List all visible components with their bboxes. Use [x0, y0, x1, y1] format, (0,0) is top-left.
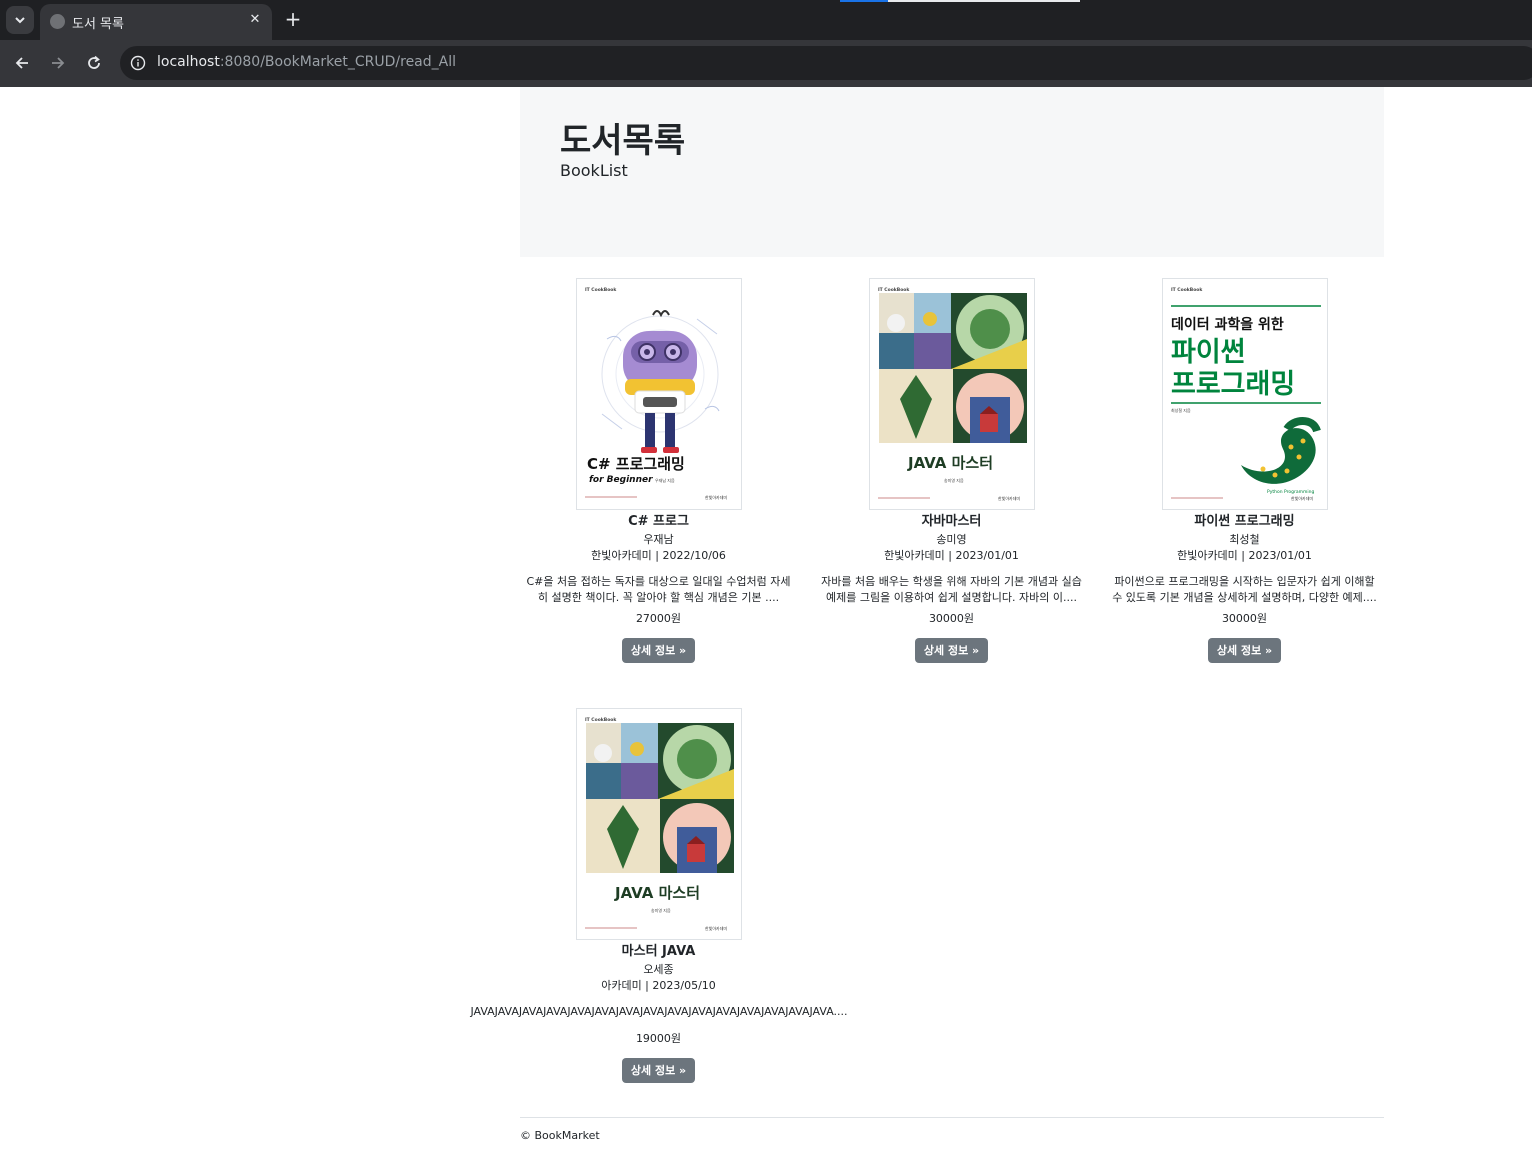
book-cover-image[interactable]: IT CookBook 데이터 과학을 위한 파이썬 프로그래밍 최성철 지음 …: [1161, 278, 1328, 510]
cover-publisher: 한빛아카데미: [705, 494, 727, 500]
browser-tab[interactable]: 도서 목록 ✕: [40, 4, 272, 40]
book-description: 파이썬으로 프로그래밍을 시작하는 입문자가 쉽게 이해할 수 있도록 기본 개…: [1112, 575, 1377, 604]
book-author: 송미영: [936, 533, 967, 546]
book-description: 자바를 처음 배우는 학생을 위해 자바의 기본 개념과 실습 예제를 그림을 …: [821, 575, 1082, 604]
detail-button[interactable]: 상세 정보 »: [914, 638, 989, 663]
jumbotron: 도서목록 BookList: [520, 87, 1384, 257]
book-cover-art: IT CookBook JAVA 마스터 송미영 지음 한빛아카데미: [576, 709, 741, 939]
book-author: 우재남: [643, 533, 674, 546]
address-bar[interactable]: localhost:8080/BookMarket_CRUD/read_All: [120, 46, 1532, 80]
book-price: 19000원: [635, 1032, 682, 1045]
cover-author: 우재남 지음: [655, 477, 675, 483]
url-host: localhost: [157, 54, 220, 70]
cover-tag: Python Programming: [1267, 489, 1315, 495]
book-author: 오세종: [643, 963, 674, 976]
browser-tab-bar: 도서 목록 ✕ +: [0, 0, 1532, 40]
book-price: 30000원: [928, 612, 975, 625]
cover-subtitle: for Beginner: [589, 475, 653, 485]
cover-author: 최성철 지음: [1171, 407, 1191, 413]
detail-button[interactable]: 상세 정보 »: [1207, 638, 1282, 663]
book-cover-art: IT CookBook JAVA 마스터 송미영 지음 한빛아카데미: [869, 279, 1034, 509]
close-icon[interactable]: ✕: [246, 11, 264, 29]
book-cover-image[interactable]: IT CookBook JAVA 마스터 송미영 지음 한빛아카데미: [868, 278, 1035, 510]
cover-publisher: 한빛아카데미: [705, 925, 727, 931]
cover-title: C# 프로그래밍: [587, 455, 685, 473]
cover-author: 송미영 지음: [944, 477, 964, 483]
globe-icon: [50, 14, 65, 29]
book-card: IT CookBook JAVA 마스터 송미영 지음 한빛아카데미 마스터 J…: [470, 708, 848, 1083]
page-title: 도서목록: [560, 121, 686, 161]
book-card: IT CookBook 데이터 과학을 위한 파이썬 프로그래밍 최성철 지음 …: [1098, 278, 1391, 663]
info-icon: [130, 55, 146, 71]
cover-author: 송미영 지음: [651, 907, 671, 913]
cover-title: JAVA 마스터: [614, 884, 700, 902]
cover-brand: IT CookBook: [585, 287, 617, 293]
tab-title: 도서 목록: [72, 17, 124, 32]
book-cover-image[interactable]: IT CookBook C# 프로그래밍 for Beginner 우재남 지음: [575, 278, 742, 510]
cover-line1: 데이터 과학을 위한: [1171, 316, 1284, 333]
book-card: IT CookBook JAVA 마스터 송미영 지음 한빛아카데미 자바마스터…: [805, 278, 1098, 663]
book-publisher-date: 아카데미 | 2023/05/10: [601, 979, 716, 992]
book-cover-image[interactable]: IT CookBook JAVA 마스터 송미영 지음 한빛아카데미: [575, 708, 742, 940]
book-description: JAVAJAVAJAVAJAVAJAVAJAVAJAVAJAVAJAVAJAVA…: [470, 1005, 848, 1018]
cover-brand: IT CookBook: [1171, 287, 1203, 293]
book-author: 최성철: [1229, 533, 1260, 546]
arrow-right-icon: [52, 57, 65, 69]
top-indicator-accent: [840, 0, 888, 2]
book-price: 30000원: [1221, 612, 1268, 625]
site-info-button[interactable]: [128, 53, 148, 73]
detail-button[interactable]: 상세 정보 »: [621, 638, 696, 663]
chevron-down-icon: [15, 17, 25, 24]
book-title: 마스터 JAVA: [621, 944, 696, 959]
url-text[interactable]: localhost:8080/BookMarket_CRUD/read_All: [157, 54, 456, 70]
url-path: :8080/BookMarket_CRUD/read_All: [219, 54, 457, 70]
book-cover-art: IT CookBook C# 프로그래밍 for Beginner 우재남 지음: [576, 279, 741, 509]
reload-icon: [88, 55, 100, 69]
page-subtitle: BookList: [560, 161, 628, 180]
cover-publisher: 한빛아카데미: [1291, 495, 1313, 501]
book-price: 27000원: [635, 612, 682, 625]
book-title: 파이썬 프로그래밍: [1194, 514, 1295, 529]
new-tab-button[interactable]: +: [282, 8, 304, 30]
book-publisher-date: 한빛아카데미 | 2023/01/01: [1177, 549, 1312, 562]
cover-brand: IT CookBook: [878, 287, 910, 293]
footer-copyright: © BookMarket: [520, 1129, 600, 1142]
tab-search-button[interactable]: [6, 6, 34, 34]
back-button[interactable]: [11, 52, 33, 74]
cover-line2: 파이썬: [1171, 337, 1246, 368]
arrow-left-icon: [15, 57, 28, 69]
browser-toolbar: localhost:8080/BookMarket_CRUD/read_All: [0, 40, 1532, 87]
cover-line3: 프로그래밍: [1171, 369, 1295, 400]
cover-publisher: 한빛아카데미: [998, 495, 1020, 501]
cover-title: JAVA 마스터: [907, 454, 993, 472]
cover-brand: IT CookBook: [585, 717, 617, 723]
forward-button[interactable]: [47, 52, 69, 74]
book-publisher-date: 한빛아카데미 | 2022/10/06: [591, 549, 726, 562]
book-card: IT CookBook C# 프로그래밍 for Beginner 우재남 지음: [512, 278, 805, 663]
footer-divider: [520, 1117, 1384, 1118]
book-cover-art: IT CookBook 데이터 과학을 위한 파이썬 프로그래밍 최성철 지음 …: [1162, 279, 1327, 509]
detail-button[interactable]: 상세 정보 »: [621, 1058, 696, 1083]
reload-button[interactable]: [83, 52, 105, 74]
book-description: C#을 처음 접하는 독자를 대상으로 일대일 수업처럼 자세히 설명한 책이다…: [526, 575, 791, 604]
book-publisher-date: 한빛아카데미 | 2023/01/01: [884, 549, 1019, 562]
book-title: C# 프로그: [628, 514, 689, 529]
book-title: 자바마스터: [921, 514, 982, 529]
